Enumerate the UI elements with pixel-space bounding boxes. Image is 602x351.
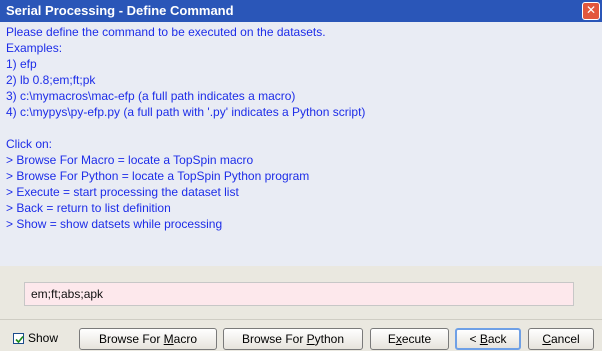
close-icon: ✕ [585, 3, 597, 17]
button-label: ancel [550, 332, 580, 346]
instruction-line: 1) efp [6, 57, 37, 71]
mnemonic: M [163, 332, 174, 346]
instruction-line: Examples: [6, 41, 63, 55]
instruction-line: > Show = show datsets while processing [6, 217, 223, 231]
instruction-line: > Back = return to list definition [6, 201, 171, 215]
divider [0, 319, 602, 320]
cancel-button[interactable]: Cancel [528, 328, 594, 350]
browse-for-python-button[interactable]: Browse For Python [223, 328, 363, 350]
mnemonic: B [479, 332, 488, 346]
show-checkbox[interactable] [13, 333, 24, 344]
instruction-line: 3) c:\mymacros\mac-efp (a full path indi… [6, 89, 296, 103]
command-input[interactable]: em;ft;abs;apk [24, 282, 574, 306]
title-bar: Serial Processing - Define Command ✕ [0, 0, 602, 22]
back-button[interactable]: < Back [455, 328, 521, 350]
button-label: ython [314, 332, 345, 346]
button-label: acro [173, 332, 198, 346]
browse-for-macro-button[interactable]: Browse For Macro [79, 328, 217, 350]
instruction-line: 2) lb 0.8;em;ft;pk [6, 73, 96, 87]
mnemonic: C [542, 332, 551, 346]
close-button[interactable]: ✕ [582, 2, 600, 20]
button-label: Browse For [241, 332, 307, 346]
instruction-line: > Browse For Macro = locate a TopSpin ma… [6, 153, 254, 167]
button-label: E [387, 332, 396, 346]
button-label: < [469, 332, 480, 346]
instruction-line: > Execute = start processing the dataset… [6, 185, 239, 199]
instruction-line: > Browse For Python = locate a TopSpin P… [6, 169, 310, 183]
instruction-line: 4) c:\mypys\py-efp.py (a full path with … [6, 105, 366, 119]
instruction-line: Click on: [6, 137, 53, 151]
instructions-panel: Please define the command to be executed… [0, 22, 602, 266]
window-title: Serial Processing - Define Command [6, 3, 234, 18]
execute-button[interactable]: Execute [370, 328, 449, 350]
mnemonic: P [306, 332, 315, 346]
instruction-line: Please define the command to be executed… [6, 25, 326, 39]
button-label: ecute [401, 332, 432, 346]
button-label: ack [487, 332, 507, 346]
button-label: Browse For [98, 332, 164, 346]
show-label: Show [28, 331, 59, 345]
checkmark-icon [15, 335, 24, 344]
